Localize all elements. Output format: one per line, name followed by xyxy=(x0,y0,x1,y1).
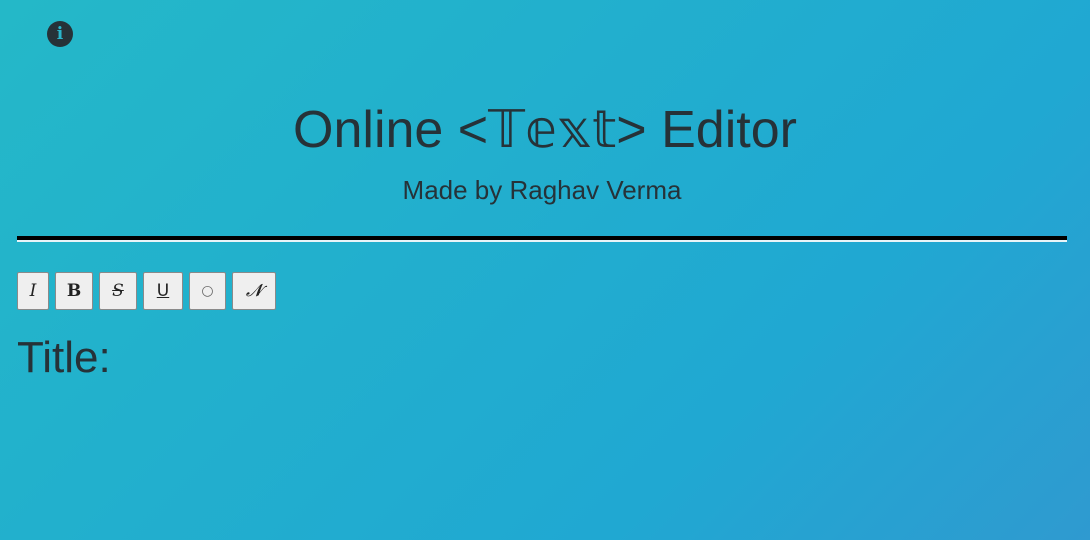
divider xyxy=(17,236,1067,242)
title-label: Title: xyxy=(17,333,111,382)
underline-button[interactable]: U xyxy=(143,272,183,310)
info-icon[interactable]: i xyxy=(47,21,73,47)
page-subtitle: Made by Raghav Verma xyxy=(402,175,682,205)
strikethrough-button[interactable]: S xyxy=(99,272,137,310)
bold-button[interactable]: B xyxy=(55,272,93,310)
format-toolbar: I B S U ○ 𝓝 xyxy=(17,272,282,310)
page-title: Online <𝕋𝕖𝕩𝕥> Editor xyxy=(293,101,797,159)
circle-button[interactable]: ○ xyxy=(189,272,226,310)
italic-button[interactable]: I xyxy=(17,272,49,310)
normal-text-button[interactable]: 𝓝 xyxy=(232,272,276,310)
